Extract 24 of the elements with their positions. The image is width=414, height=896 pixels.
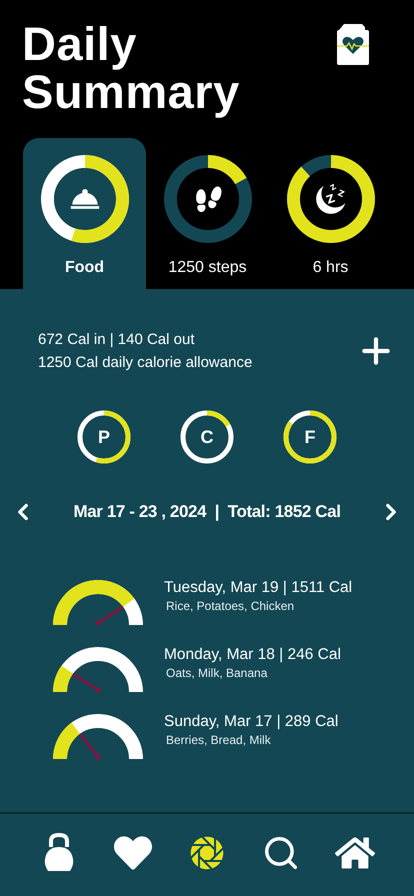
- summary-tab[interactable]: Food: [23, 138, 146, 289]
- macro-ring: [179, 409, 235, 465]
- summary-tab[interactable]: 6 hrs: [269, 138, 392, 289]
- day-foods: Rice, Potatoes, Chicken: [165, 599, 296, 613]
- macro-label: P: [98, 426, 110, 448]
- macro-ring: [76, 409, 132, 465]
- health-can-icon[interactable]: [336, 22, 370, 66]
- day-title: Sunday, Mar 17 | 289 Cal: [164, 713, 338, 731]
- day-foods: Oats, Milk, Banana: [165, 666, 268, 680]
- macro-ring: [282, 409, 338, 465]
- day-title: Monday, Mar 18 | 246 Cal: [164, 646, 341, 664]
- search-icon: [262, 834, 300, 872]
- day-foods: Berries, Bread, Milk: [165, 733, 272, 747]
- moon-icon: [314, 182, 348, 216]
- macro-label: C: [200, 426, 214, 448]
- calorie-summary-text: 1250 Cal daily calorie allowance: [38, 354, 252, 371]
- week-total-text: Mar 17 - 23 , 2024 | Total: 1852 Cal: [73, 502, 341, 522]
- macro-label: F: [304, 426, 316, 448]
- summary-tab[interactable]: 1250 steps: [146, 138, 269, 289]
- day-title: Tuesday, Mar 19 | 1511 Cal: [164, 579, 352, 597]
- kettlebell-icon: [43, 833, 75, 873]
- calorie-summary-text: 672 Cal in | 140 Cal out: [38, 331, 196, 348]
- heart-icon: [114, 834, 152, 872]
- page-title: Daily Summary: [22, 20, 241, 116]
